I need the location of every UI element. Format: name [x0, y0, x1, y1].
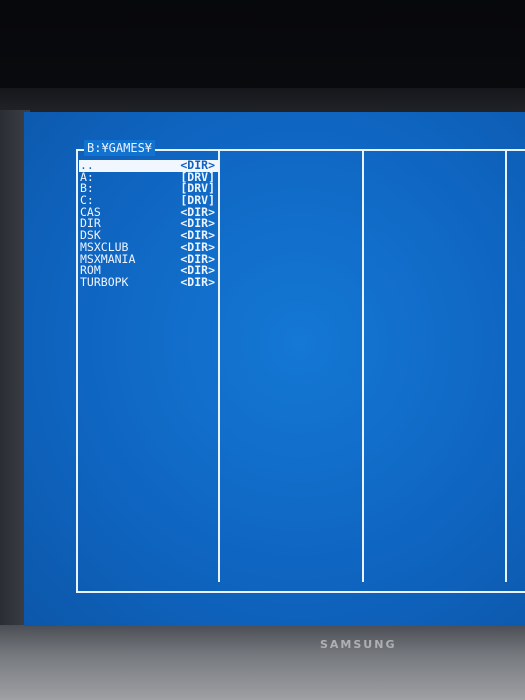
crt-screen: B:¥GAMES¥ .. <DIR> A: [DRV] B: [DRV] C: [DRV] CA… — [24, 112, 525, 626]
file-list: .. <DIR> A: [DRV] B: [DRV] C: [DRV] CAS <DIR> DIR <… — [79, 159, 219, 289]
column-divider-2 — [362, 149, 364, 582]
current-path-title: B:¥GAMES¥ — [84, 140, 156, 156]
monitor-frame-bottom — [0, 625, 525, 700]
column-divider-3 — [505, 149, 507, 582]
file-type-tag: <DIR> — [180, 274, 215, 289]
monitor-brand-logo: SAMSUNG — [320, 638, 397, 651]
file-list-item[interactable]: TURBOPK <DIR> — [79, 274, 219, 289]
file-name: TURBOPK — [80, 274, 129, 289]
